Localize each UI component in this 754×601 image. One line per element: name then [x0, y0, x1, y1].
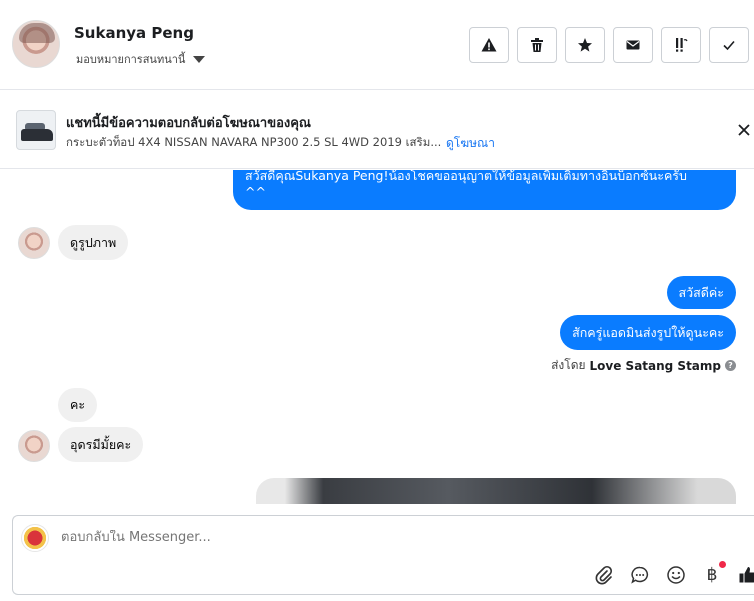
reply-input[interactable] [61, 530, 661, 545]
saved-replies-button[interactable] [629, 564, 651, 586]
page-avatar [21, 524, 49, 552]
conversation-header: Sukanya Peng มอบหมายการสนทนานี้ [0, 0, 754, 90]
flag-icon [676, 38, 688, 52]
message-text: สักครู่แอดมินส่งรูปให้ดูนะคะ [572, 324, 724, 340]
outgoing-message[interactable]: สวัสดีค่ะ [666, 276, 736, 309]
sent-by-prefix: ส่งโดย [551, 358, 586, 372]
follow-up-button[interactable] [661, 27, 701, 63]
reply-composer: ฿ [12, 515, 754, 595]
message-thread[interactable]: สวัสดีคุณSukanya Peng!น้องโชคขออนุญาตให้… [0, 170, 754, 504]
composer-tools: ฿ [593, 561, 754, 586]
trash-icon [531, 38, 543, 52]
mark-spam-button[interactable] [469, 27, 509, 63]
incoming-message[interactable]: ดูรูปภาพ [58, 225, 129, 260]
assign-label: มอบหมายการสนทนานี้ [76, 53, 186, 66]
message-text: อุดรมีมั้ยคะ [70, 436, 132, 452]
contact-avatar [18, 430, 50, 462]
emoji-button[interactable] [665, 564, 687, 586]
ad-thumbnail[interactable] [16, 110, 56, 150]
like-button[interactable] [737, 564, 754, 586]
ad-description: กระบะตัวท็อป 4X4 NISSAN NAVARA NP300 2.5… [66, 135, 442, 149]
delete-button[interactable] [517, 27, 557, 63]
attach-button[interactable] [593, 564, 615, 586]
paperclip-icon [595, 565, 613, 585]
header-actions [469, 27, 749, 63]
baht-icon: ฿ [706, 565, 718, 585]
envelope-icon [626, 40, 640, 50]
message-text: ^^ [245, 184, 266, 199]
incoming-message[interactable]: คะ [58, 388, 98, 422]
ad-banner-title: แชทนี้มีข้อความตอบกลับต่อโฆษณาของคุณ [66, 116, 311, 131]
star-button[interactable] [565, 27, 605, 63]
sent-by-label: ส่งโดย Love Satang Stamp ? [551, 356, 736, 375]
alert-icon [481, 38, 497, 52]
assign-conversation-dropdown[interactable]: มอบหมายการสนทนานี้ [76, 50, 206, 68]
message-text: สวัสดีค่ะ [678, 284, 724, 300]
thumbs-up-icon [739, 567, 754, 583]
contact-avatar [18, 227, 50, 259]
caret-down-icon [193, 55, 206, 63]
sender-name: Love Satang Stamp [589, 358, 721, 373]
check-icon [723, 40, 735, 51]
view-ad-link[interactable]: ดูโฆษณา [446, 134, 495, 153]
close-icon[interactable] [736, 122, 752, 138]
incoming-message[interactable]: อุดรมีมั้ยคะ [58, 427, 144, 462]
contact-avatar[interactable] [12, 20, 60, 68]
payment-button[interactable]: ฿ [701, 561, 726, 586]
outgoing-photo[interactable] [256, 478, 736, 504]
smiley-icon [667, 566, 685, 584]
ad-reply-banner: แชทนี้มีข้อความตอบกลับต่อโฆษณาของคุณ กระ… [0, 90, 754, 169]
outgoing-message[interactable]: สักครู่แอดมินส่งรูปให้ดูนะคะ [560, 315, 736, 350]
info-icon[interactable]: ? [725, 360, 736, 371]
contact-name[interactable]: Sukanya Peng [74, 24, 194, 42]
message-text: สวัสดีคุณSukanya Peng!น้องโชคขออนุญาตให้… [245, 170, 687, 183]
chat-bubble-icon [631, 566, 649, 584]
message-text: คะ [70, 397, 86, 412]
star-icon [578, 38, 592, 52]
outgoing-message[interactable]: สวัสดีคุณSukanya Peng!น้องโชคขออนุญาตให้… [233, 170, 736, 210]
message-text: ดูรูปภาพ [70, 234, 117, 250]
notification-dot [719, 561, 726, 568]
mark-done-button[interactable] [709, 27, 749, 63]
mark-unread-button[interactable] [613, 27, 653, 63]
